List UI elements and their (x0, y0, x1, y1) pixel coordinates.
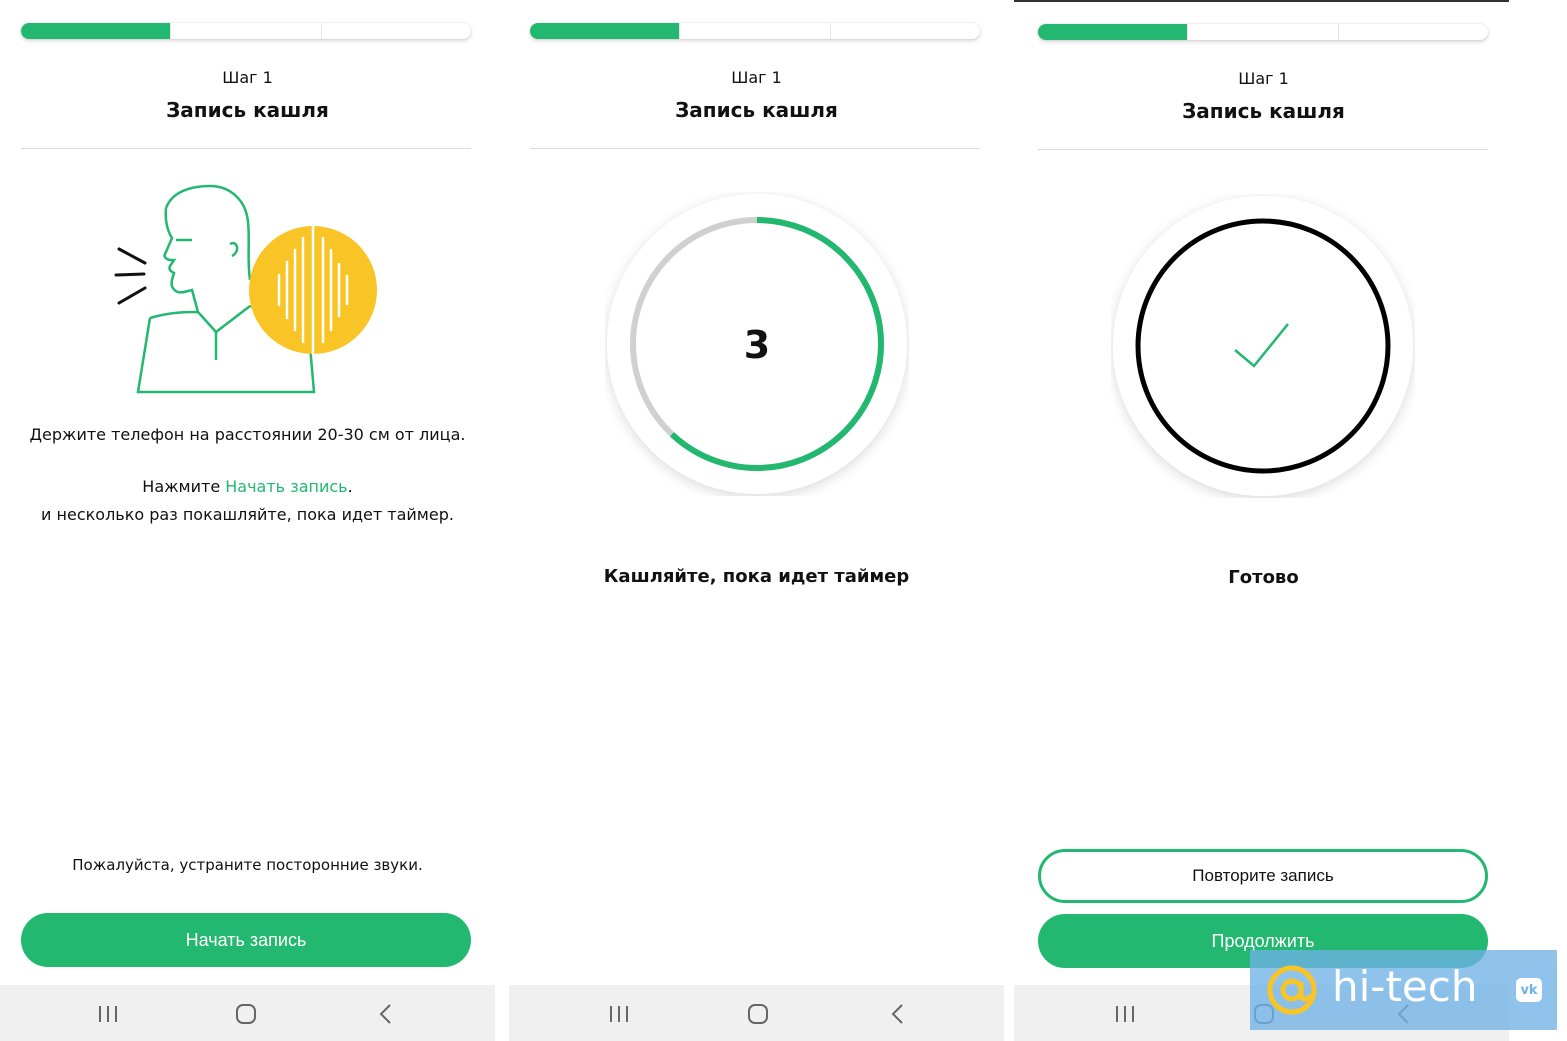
screen-recording-timer: Шаг 1 Запись кашля 3 Кашляйте, пока идет… (509, 0, 1004, 1041)
step-label: Шаг 1 (1238, 69, 1289, 88)
back-icon[interactable] (374, 1003, 398, 1025)
divider (1038, 149, 1488, 150)
progress-segment (320, 23, 471, 39)
screen-instructions: Шаг 1 Запись кашля Держите телефон на ра… (0, 0, 495, 1041)
divider (530, 148, 980, 149)
progress-segment (679, 23, 829, 39)
step-label: Шаг 1 (731, 68, 782, 87)
instruction-press-suffix: . (347, 477, 353, 496)
watermark-brand: hi-tech (1332, 962, 1478, 1011)
progress-segment-done (1038, 24, 1188, 40)
step-label: Шаг 1 (222, 68, 273, 87)
hi-tech-watermark: hi-tech vk (1250, 950, 1557, 1030)
start-recording-link[interactable]: Начать запись (225, 477, 347, 496)
home-icon[interactable] (746, 1003, 770, 1025)
progress-segment (1187, 24, 1337, 40)
system-navbar (509, 985, 1004, 1041)
instruction-press: Нажмите Начать запись. (0, 473, 495, 501)
recent-apps-icon[interactable] (1113, 1003, 1137, 1025)
recent-apps-icon[interactable] (607, 1003, 631, 1025)
progress-segment (1337, 24, 1488, 40)
step-progress-bar (1038, 24, 1488, 40)
divider (21, 148, 471, 149)
cough-lines-icon (114, 247, 147, 305)
done-caption: Готово (1228, 567, 1299, 588)
home-icon[interactable] (234, 1003, 258, 1025)
back-icon[interactable] (886, 1003, 910, 1025)
instruction-press-prefix: Нажмите (142, 477, 226, 496)
vk-badge: vk (1516, 978, 1542, 1002)
at-sign-icon (1264, 962, 1320, 1018)
progress-segment-done (530, 23, 680, 39)
repeat-recording-button[interactable]: Повторите запись (1038, 849, 1488, 903)
progress-segment (829, 23, 980, 39)
progress-segment-done (21, 23, 171, 39)
page-title: Запись кашля (166, 98, 329, 122)
done-indicator (1111, 194, 1415, 498)
step-progress-bar (21, 23, 471, 39)
noise-hint: Пожалуйста, устраните посторонние звуки. (72, 856, 423, 874)
timer-value: 3 (744, 323, 770, 367)
start-recording-button[interactable]: Начать запись (21, 913, 471, 967)
system-navbar (0, 985, 495, 1041)
page-title: Запись кашля (1182, 99, 1345, 123)
person-coughing-illustration (110, 180, 385, 400)
done-disc (1113, 196, 1413, 496)
progress-segment (170, 23, 320, 39)
timer-caption: Кашляйте, пока идет таймер (603, 566, 910, 587)
step-progress-bar (530, 23, 980, 39)
countdown-timer: 3 (605, 192, 909, 496)
recent-apps-icon[interactable] (96, 1003, 120, 1025)
top-border (1014, 0, 1509, 2)
instruction-distance: Держите телефон на расстоянии 20-30 см о… (29, 425, 466, 444)
instruction-cough: и несколько раз покашляйте, пока идет та… (41, 505, 454, 524)
page-title: Запись кашля (675, 98, 838, 122)
screen-recording-done: Шаг 1 Запись кашля Готово Повторите запи… (1014, 0, 1509, 1041)
